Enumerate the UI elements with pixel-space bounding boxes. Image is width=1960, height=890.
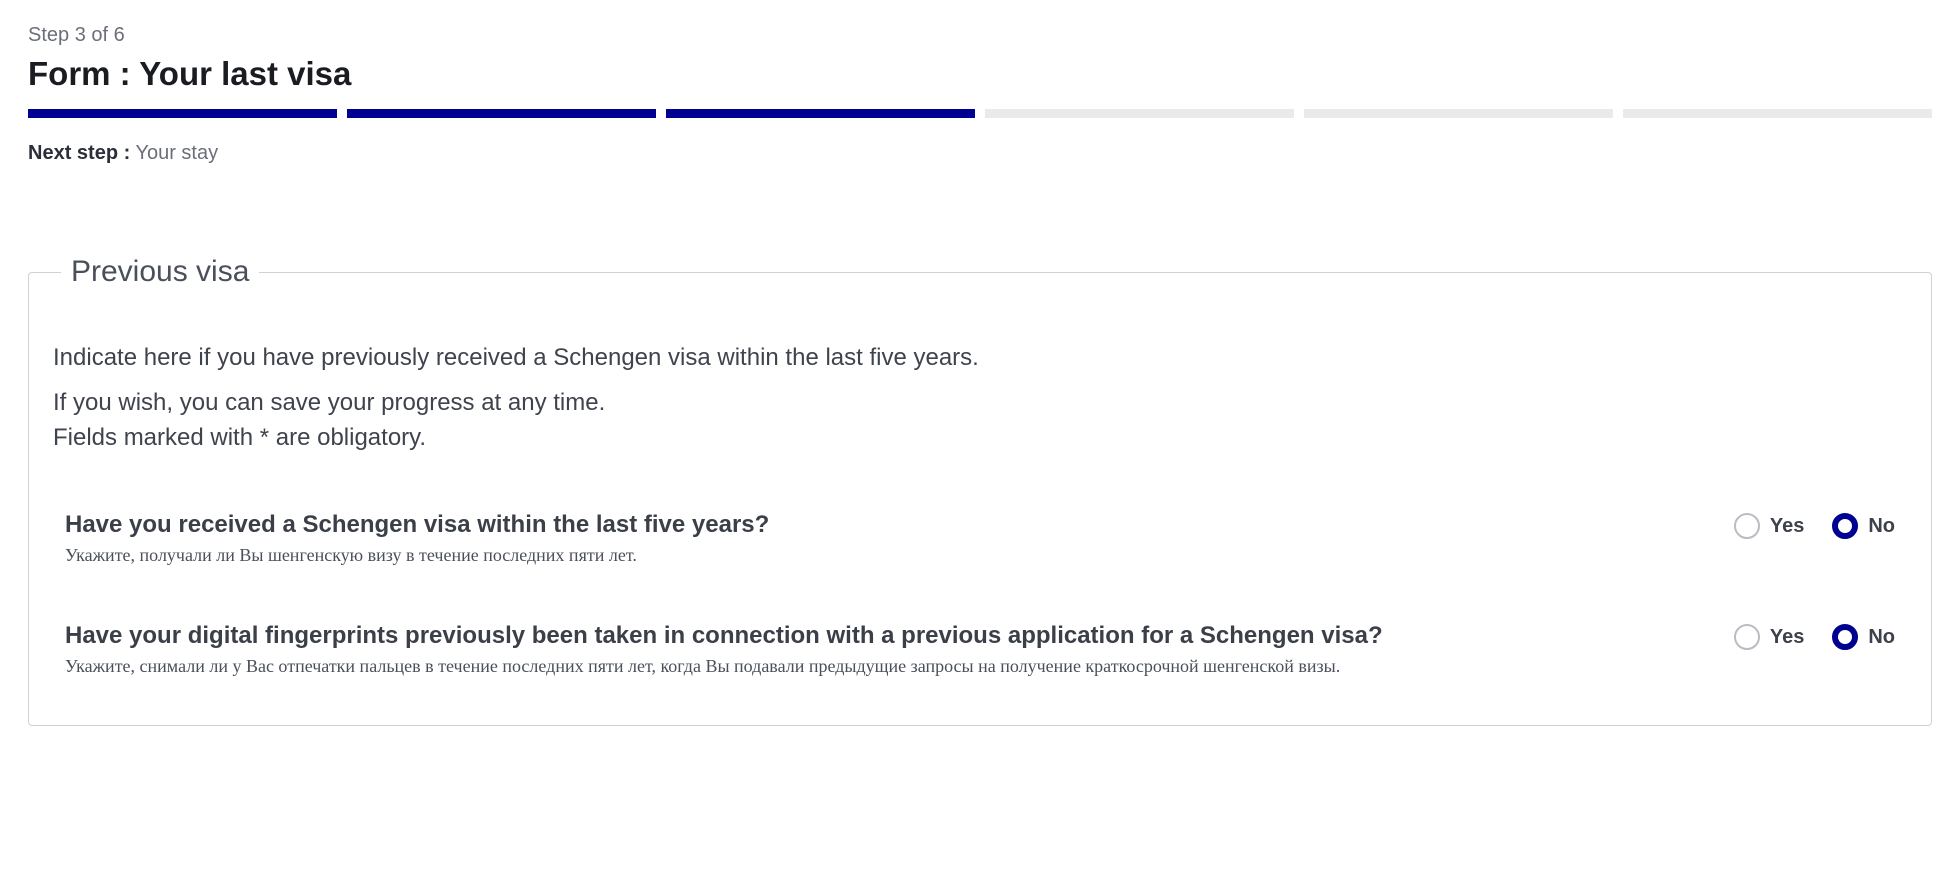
radio-group: Yes No (1734, 622, 1895, 650)
step-indicator: Step 3 of 6 (28, 24, 1932, 47)
radio-group: Yes No (1734, 511, 1895, 539)
question-main: Have you received a Schengen visa within… (65, 511, 1710, 539)
progress-bar (28, 109, 1932, 118)
radio-circle-icon (1832, 513, 1858, 539)
radio-yes[interactable]: Yes (1734, 513, 1804, 539)
intro-line-1: Indicate here if you have previously rec… (53, 341, 1907, 376)
question-text: Have your digital fingerprints previousl… (65, 622, 1710, 677)
previous-visa-section: Previous visa Indicate here if you have … (28, 255, 1932, 726)
question-sub: Укажите, получали ли Вы шенгенскую визу … (65, 545, 1710, 566)
radio-no[interactable]: No (1832, 513, 1895, 539)
progress-segment (347, 109, 656, 118)
question-main: Have your digital fingerprints previousl… (65, 622, 1710, 650)
progress-segment (985, 109, 1294, 118)
radio-circle-icon (1734, 513, 1760, 539)
intro-line-2: If you wish, you can save your progress … (53, 386, 1907, 421)
progress-segment (28, 109, 337, 118)
next-step-label: Next step : (28, 142, 130, 164)
radio-label: Yes (1770, 626, 1804, 649)
progress-segment (1304, 109, 1613, 118)
q-fingerprints: Have your digital fingerprints previousl… (53, 622, 1907, 677)
radio-circle-icon (1832, 624, 1858, 650)
next-step: Next step : Your stay (28, 142, 1932, 165)
page-title: Form : Your last visa (28, 55, 1932, 93)
radio-no[interactable]: No (1832, 624, 1895, 650)
radio-yes[interactable]: Yes (1734, 624, 1804, 650)
radio-label: No (1868, 515, 1895, 538)
section-legend: Previous visa (61, 255, 259, 289)
radio-label: Yes (1770, 515, 1804, 538)
radio-circle-icon (1734, 624, 1760, 650)
question-text: Have you received a Schengen visa within… (65, 511, 1710, 566)
next-step-value: Your stay (135, 142, 218, 164)
q-received-schengen: Have you received a Schengen visa within… (53, 511, 1907, 566)
page: Step 3 of 6 Form : Your last visa Next s… (0, 0, 1960, 750)
progress-segment (1623, 109, 1932, 118)
intro-line-3: Fields marked with * are obligatory. (53, 421, 1907, 456)
question-sub: Укажите, снимали ли у Вас отпечатки паль… (65, 656, 1710, 677)
progress-segment (666, 109, 975, 118)
radio-label: No (1868, 626, 1895, 649)
